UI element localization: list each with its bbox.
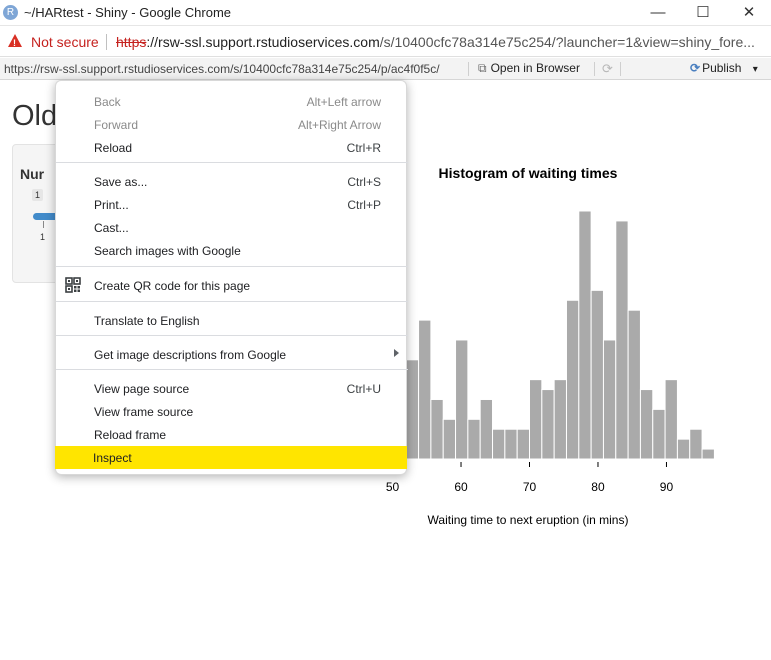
x-axis-tick-label: 50	[386, 480, 400, 494]
x-axis: 50 60 70 80 90	[386, 462, 674, 494]
menu-item-reload-frame[interactable]: Reload frame	[56, 423, 408, 446]
menu-item-shortcut: Ctrl+U	[346, 382, 381, 396]
menu-item-label: Save as...	[94, 175, 148, 189]
histogram-bar	[405, 359, 420, 460]
menu-item-shortcut: Ctrl+R	[346, 141, 381, 155]
rstudio-app-icon: R	[3, 5, 18, 20]
histogram-bar	[639, 389, 654, 460]
menu-item-label: Translate to English	[94, 314, 200, 328]
x-axis-tick-label: 90	[660, 480, 674, 494]
histogram-bar	[676, 438, 691, 460]
menu-item-label: Get image descriptions from Google	[94, 348, 287, 362]
url-scheme: https	[116, 34, 147, 50]
viewer-url: https://rsw-ssl.support.rstudioservices.…	[4, 62, 440, 76]
menu-item-save-as[interactable]: Save as... Ctrl+S	[56, 170, 408, 193]
menu-item-label: Inspect	[93, 451, 132, 465]
menu-item-translate-to-english[interactable]: Translate to English	[56, 309, 408, 332]
histogram-bar	[701, 448, 715, 460]
x-axis-label: Waiting time to next eruption (in mins)	[428, 513, 629, 527]
url-text[interactable]: https://rsw-ssl.support.rstudioservices.…	[116, 34, 755, 50]
menu-separator	[56, 335, 408, 336]
x-axis-tick-label: 70	[523, 480, 537, 494]
histogram-bar	[467, 418, 481, 460]
menu-separator	[56, 162, 408, 163]
menu-item-view-frame-source[interactable]: View frame source	[56, 400, 408, 423]
histogram-bar	[664, 379, 678, 460]
menu-item-shortcut: Alt+Left arrow	[306, 95, 381, 109]
x-axis-tick-label: 60	[454, 480, 468, 494]
url-path: /s/10400cfc78a314e75c254/?launcher=1&vie…	[379, 34, 755, 50]
menu-item-label: Reload	[94, 141, 133, 155]
histogram-bar	[529, 379, 543, 460]
menu-item-back[interactable]: Back Alt+Left arrow	[56, 90, 408, 113]
address-divider	[106, 34, 107, 50]
histogram-bar	[455, 339, 469, 460]
publish-icon: ⟳	[690, 61, 701, 75]
qr-code-icon	[65, 277, 81, 293]
menu-item-shortcut: Ctrl+P	[347, 198, 381, 212]
menu-item-print[interactable]: Print... Ctrl+P	[56, 193, 408, 216]
refresh-icon[interactable]: ⟳	[602, 61, 613, 77]
rstudio-viewer-toolbar: https://rsw-ssl.support.rstudioservices.…	[0, 58, 771, 80]
menu-item-search-images-with-google[interactable]: Search images with Google	[56, 239, 408, 262]
histogram-bar	[553, 379, 567, 460]
maximize-button[interactable]: ☐	[691, 3, 715, 23]
menu-item-cast[interactable]: Cast...	[56, 216, 408, 239]
window-title: ~/HARtest - Shiny - Google Chrome	[24, 5, 231, 20]
menu-item-get-image-descriptions-from-google[interactable]: Get image descriptions from Google	[56, 343, 408, 366]
context-menu: Back Alt+Left arrow Forward Alt+Right Arrow…	[55, 80, 408, 475]
window-titlebar: R ~/HARtest - Shiny - Google Chrome — ☐ …	[0, 0, 771, 26]
menu-item-label: View page source	[94, 382, 190, 396]
x-axis-tick-label: 80	[591, 480, 605, 494]
not-secure-label[interactable]: Not secure	[31, 34, 99, 50]
histogram-bar	[565, 299, 580, 460]
publish-button[interactable]: ⟳ Publish ▾	[690, 61, 758, 75]
menu-item-label: Cast...	[94, 221, 129, 235]
open-in-browser-button[interactable]: ⧉ Open in Browser	[478, 61, 580, 76]
histogram-bar	[590, 289, 604, 460]
histogram-bar	[689, 428, 703, 460]
histogram-bar	[627, 309, 641, 460]
histogram-bar	[652, 408, 666, 460]
histogram-bar	[578, 210, 592, 460]
open-window-icon: ⧉	[478, 61, 487, 75]
menu-item-label: Back	[94, 95, 121, 109]
minimize-button[interactable]: —	[646, 3, 670, 23]
menu-item-forward[interactable]: Forward Alt+Right Arrow	[56, 113, 408, 136]
menu-item-create-qr-code-for-this-page[interactable]: Create QR code for this page	[56, 274, 408, 297]
menu-item-reload[interactable]: Reload Ctrl+R	[56, 136, 408, 159]
menu-item-label: Reload frame	[94, 428, 167, 442]
menu-item-label: Search images with Google	[94, 244, 241, 258]
close-button[interactable]: ✕	[737, 3, 761, 23]
menu-item-inspect[interactable]: Inspect	[55, 446, 407, 469]
histogram-bar	[602, 339, 617, 460]
submenu-arrow-icon	[394, 349, 399, 357]
histogram-bar	[516, 428, 531, 460]
histogram-bar	[479, 398, 494, 460]
histogram-bar	[442, 418, 457, 460]
histogram-bar	[541, 389, 555, 460]
histogram-bar	[504, 428, 518, 460]
histogram-bar	[492, 428, 506, 460]
publish-dropdown-icon[interactable]: ▾	[753, 64, 758, 75]
chart-title: Histogram of waiting times	[439, 165, 618, 181]
menu-separator	[56, 301, 408, 302]
menu-item-label: Forward	[94, 118, 139, 132]
menu-item-label: Print...	[94, 198, 129, 212]
menu-item-label: Create QR code for this page	[94, 279, 251, 293]
menu-item-label: View frame source	[94, 405, 194, 419]
histogram-bar	[430, 398, 444, 460]
menu-separator	[56, 369, 408, 370]
menu-item-shortcut: Alt+Right Arrow	[297, 118, 381, 132]
histogram-bar	[418, 319, 432, 460]
url-host: ://rsw-ssl.support.rstudioservices.com	[146, 34, 380, 50]
menu-separator	[56, 266, 408, 267]
menu-item-shortcut: Ctrl+S	[347, 175, 381, 189]
menu-item-view-page-source[interactable]: View page source Ctrl+U	[56, 377, 408, 400]
histogram-bar	[615, 220, 629, 460]
address-bar[interactable]: ! Not secure https://rsw-ssl.support.rst…	[0, 27, 771, 57]
